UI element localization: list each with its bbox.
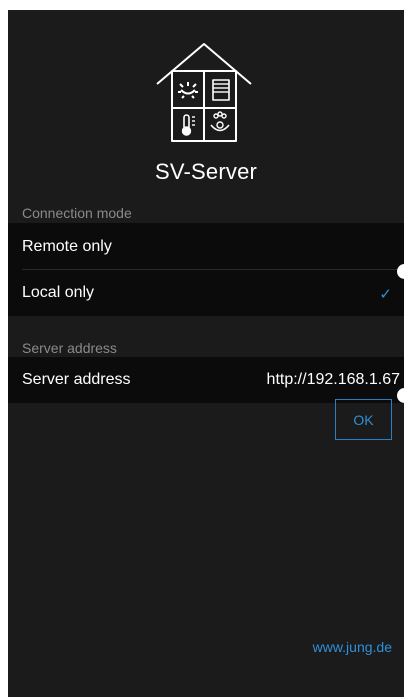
server-address-row[interactable]: Server address http://192.168.1.67 — [8, 357, 404, 403]
app-title: SV-Server — [154, 159, 258, 184]
connection-mode-header: Connection mode — [22, 205, 132, 221]
option-local-only[interactable]: Local only ✓ — [8, 270, 404, 316]
smart-home-house-icon — [149, 40, 259, 152]
server-address-header: Server address — [22, 340, 117, 356]
server-address-value[interactable]: http://192.168.1.67 — [267, 371, 400, 389]
server-address-label: Server address — [22, 371, 131, 388]
settings-screen: SV-Server Connection mode Remote only Lo… — [8, 10, 404, 697]
option-local-only-label: Local only — [22, 284, 95, 301]
ok-button[interactable]: OK — [335, 399, 392, 440]
option-remote-only-label: Remote only — [22, 238, 112, 255]
jung-website-link[interactable]: www.jung.de — [313, 639, 392, 655]
option-remote-only[interactable]: Remote only — [8, 223, 404, 271]
checkmark-icon: ✓ — [379, 286, 392, 303]
